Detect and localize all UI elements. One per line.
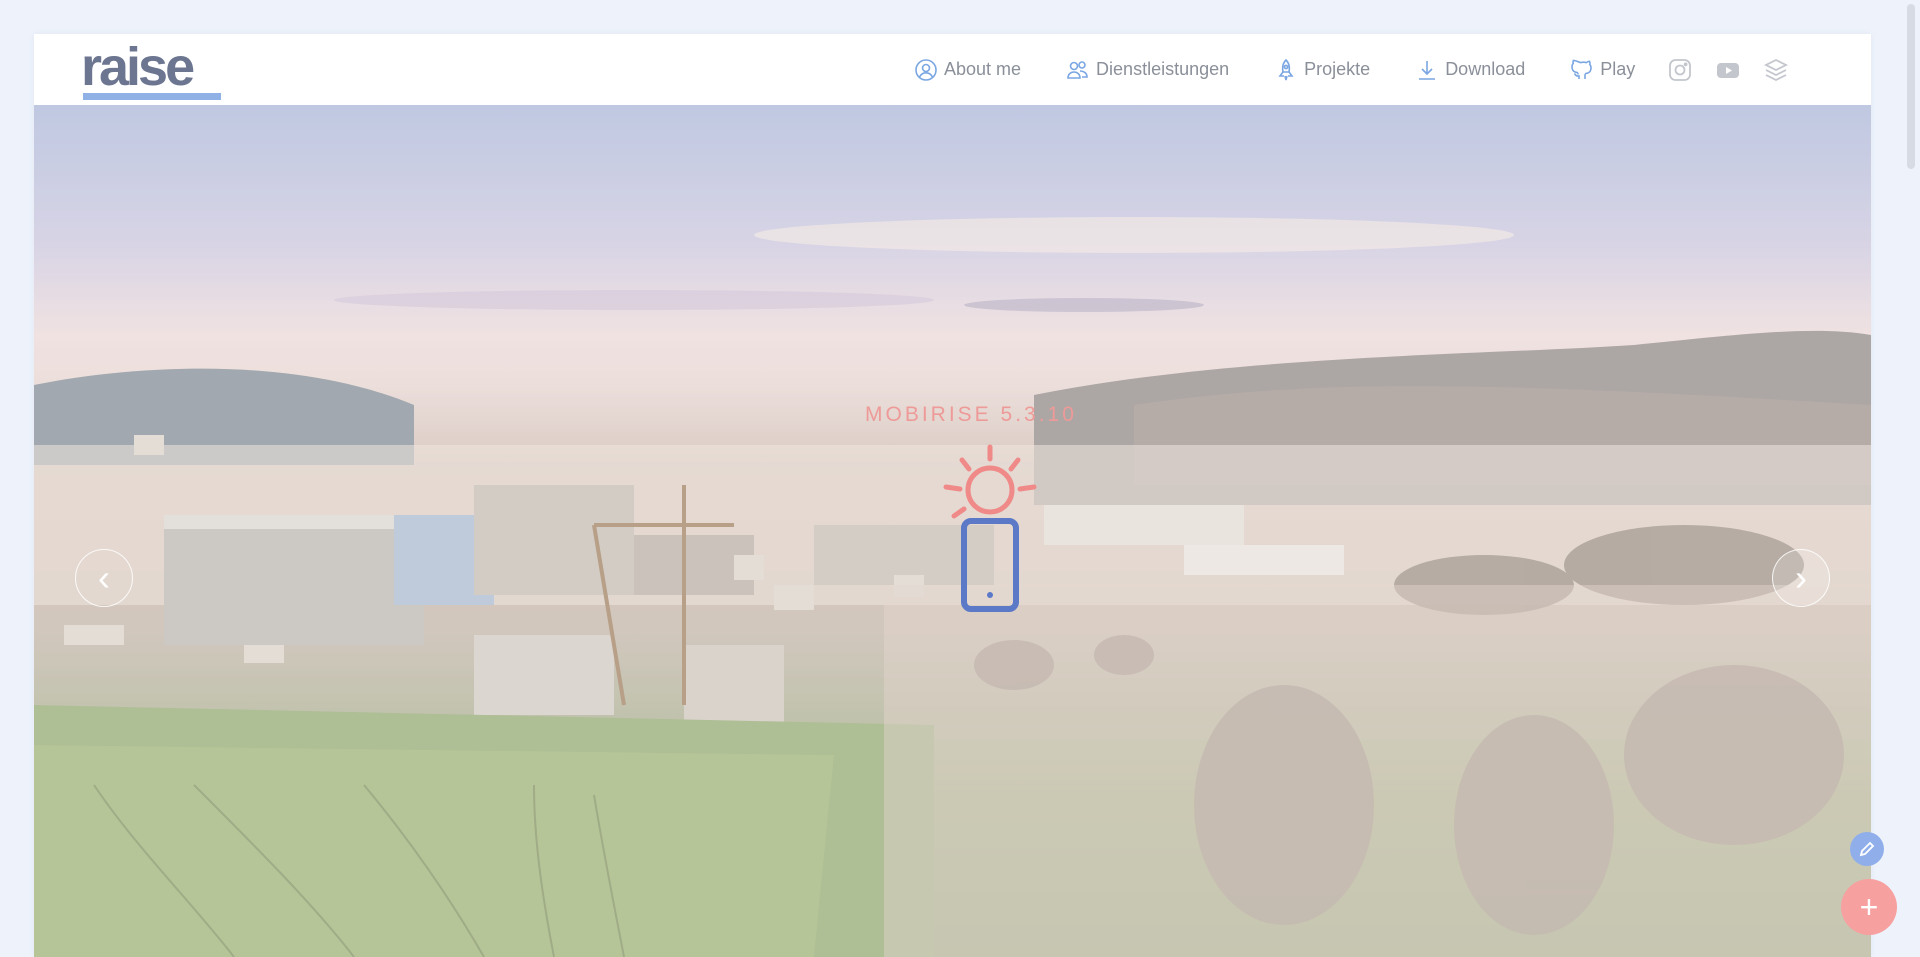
pencil-icon: [1859, 841, 1875, 857]
github-icon: [1571, 59, 1593, 79]
nav-label: Dienstleistungen: [1096, 59, 1230, 79]
nav-item-play[interactable]: Play: [1570, 58, 1635, 82]
chevron-left-icon: ‹: [98, 557, 110, 598]
page-scrollbar[interactable]: [1907, 4, 1915, 169]
rocket-icon: [1278, 58, 1294, 80]
mobirise-logo-icon: [943, 444, 1037, 612]
navbar: raise About me Dienstleistungen Projekte…: [34, 34, 1871, 105]
nav-label: Play: [1600, 59, 1636, 79]
main-nav: About me Dienstleistungen Projekte Downl…: [914, 34, 1680, 105]
edit-fab-button[interactable]: [1850, 832, 1884, 866]
logo-text: raise: [81, 37, 195, 97]
nav-item-dienstleistungen[interactable]: Dienstleistungen: [1066, 58, 1229, 82]
chevron-right-icon: ›: [1795, 557, 1807, 598]
nav-label: Download: [1445, 59, 1526, 79]
hero-slider: ‹ › MOBIRISE 5.3.10: [34, 105, 1871, 957]
page-container: raise About me Dienstleistungen Projekte…: [34, 34, 1871, 957]
slider-prev-button[interactable]: ‹: [75, 549, 133, 607]
social-links: [1667, 57, 1811, 83]
nav-item-projekte[interactable]: Projekte: [1274, 58, 1370, 82]
plus-icon: +: [1859, 889, 1879, 925]
site-logo[interactable]: raise: [81, 37, 227, 100]
layers-icon[interactable]: [1763, 57, 1789, 83]
instagram-icon[interactable]: [1667, 57, 1693, 83]
mobirise-version-label: MOBIRISE 5.3.10: [865, 403, 1077, 426]
nav-label: Projekte: [1304, 59, 1371, 79]
nav-item-about-me[interactable]: About me: [914, 58, 1021, 82]
youtube-icon[interactable]: [1715, 57, 1741, 83]
users-icon: [1067, 60, 1088, 79]
user-circle-icon: [915, 58, 937, 81]
logo-underline: [83, 93, 221, 100]
nav-item-download[interactable]: Download: [1415, 58, 1525, 82]
add-fab-button[interactable]: +: [1841, 879, 1897, 935]
slider-next-button[interactable]: ›: [1772, 549, 1830, 607]
nav-label: About me: [944, 59, 1022, 79]
download-icon: [1419, 60, 1436, 80]
